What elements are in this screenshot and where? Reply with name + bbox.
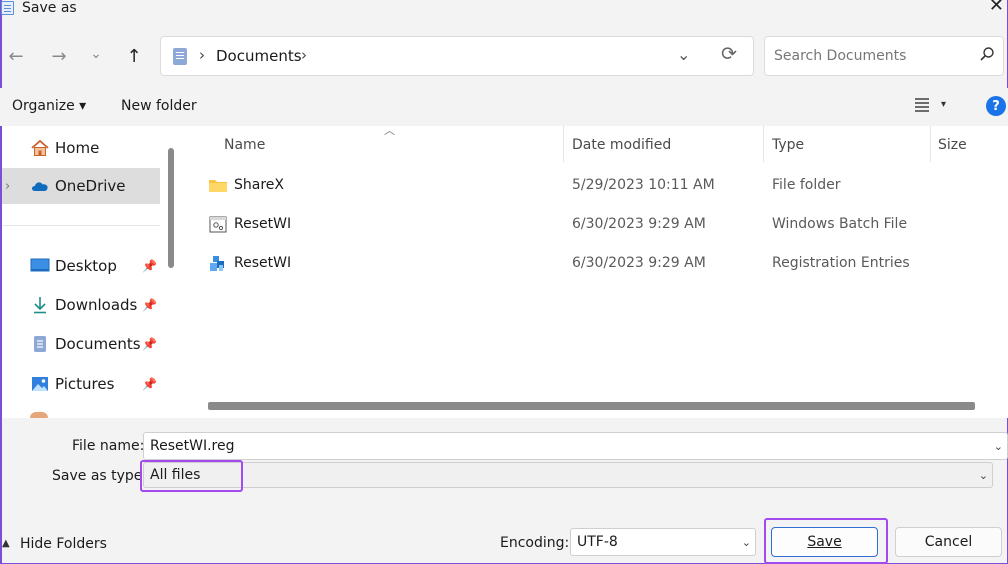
- recent-locations-icon[interactable]: ⌄: [82, 40, 110, 68]
- file-date: 6/30/2023 9:29 AM: [572, 216, 706, 232]
- horizontal-scrollbar[interactable]: [208, 402, 975, 410]
- cancel-button[interactable]: Cancel: [895, 527, 1002, 557]
- chevron-down-icon[interactable]: ⌄: [677, 45, 690, 64]
- view-dropdown-icon[interactable]: ▾: [941, 99, 946, 110]
- column-header-name[interactable]: Name: [224, 137, 265, 153]
- file-name: ResetWI: [234, 216, 292, 232]
- document-icon: [173, 48, 187, 65]
- sidebar-item-label: Documents: [55, 335, 141, 353]
- breadcrumb-chevron-icon[interactable]: ›: [301, 46, 307, 64]
- encoding-label: Encoding:: [500, 535, 570, 551]
- chevron-up-icon[interactable]: ▲: [2, 538, 10, 549]
- chevron-down-icon[interactable]: ⌄: [994, 440, 1003, 453]
- file-name-input[interactable]: ResetWI.reg ⌄: [143, 432, 1008, 460]
- breadcrumb-documents[interactable]: Documents: [216, 47, 302, 65]
- sidebar-item-onedrive[interactable]: › OneDrive: [2, 168, 160, 204]
- encoding-select[interactable]: UTF-8 ⌄: [570, 528, 756, 556]
- file-type: Registration Entries: [772, 255, 910, 271]
- registry-file-icon: [210, 256, 224, 271]
- sidebar-item-desktop[interactable]: Desktop 📌: [2, 248, 160, 284]
- search-placeholder: Search Documents: [774, 48, 907, 64]
- refresh-icon[interactable]: ⟳: [721, 43, 737, 65]
- sidebar-item-label: Pictures: [55, 375, 115, 393]
- file-date: 6/30/2023 9:29 AM: [572, 255, 706, 271]
- save-as-dialog: Save as ✕ ← → ⌄ ↑ › Documents › ⌄ ⟳ Sear…: [0, 0, 1008, 564]
- chevron-down-icon[interactable]: ⌄: [979, 469, 988, 482]
- column-header-size[interactable]: Size: [938, 137, 967, 153]
- view-options-icon[interactable]: [914, 96, 930, 112]
- batch-file-icon: [209, 216, 227, 233]
- save-as-type-label: Save as type:: [52, 468, 148, 484]
- file-name-label: File name:: [72, 438, 145, 454]
- sidebar-item-home[interactable]: Home: [2, 130, 160, 166]
- sidebar-item-label: OneDrive: [55, 177, 126, 195]
- file-type: Windows Batch File: [772, 216, 908, 232]
- pin-icon[interactable]: 📌: [142, 377, 157, 391]
- organize-button[interactable]: Organize ▾: [12, 98, 86, 114]
- file-date: 5/29/2023 10:11 AM: [572, 177, 715, 193]
- file-name: ShareX: [234, 177, 284, 193]
- breadcrumb-chevron-icon[interactable]: ›: [199, 46, 205, 64]
- file-list: ︿ Name Date modified Type Size ShareX 5/…: [186, 124, 1008, 418]
- partial-item-icon: [30, 412, 48, 418]
- highlight-box: [140, 460, 243, 492]
- search-input[interactable]: Search Documents: [764, 36, 1004, 76]
- column-header-date-modified[interactable]: Date modified: [572, 137, 671, 153]
- sidebar-item-label: Desktop: [55, 257, 117, 275]
- navigation-scrollbar[interactable]: [160, 126, 186, 418]
- table-row[interactable]: ResetWI 6/30/2023 9:29 AM Registration E…: [186, 246, 1008, 282]
- title-bar: Save as ✕: [0, 0, 1008, 20]
- sort-ascending-icon: ︿: [384, 124, 395, 137]
- sidebar-item-pictures[interactable]: Pictures 📌: [2, 366, 160, 402]
- home-icon: [31, 139, 49, 156]
- new-folder-button[interactable]: New folder: [121, 98, 197, 114]
- download-icon: [34, 297, 46, 314]
- column-header-type[interactable]: Type: [772, 137, 804, 153]
- folder-icon: [209, 180, 227, 192]
- chevron-down-icon[interactable]: ⌄: [742, 536, 751, 549]
- file-name-value: ResetWI.reg: [150, 438, 235, 454]
- file-name: ResetWI: [234, 255, 292, 271]
- sidebar-item-downloads[interactable]: Downloads 📌: [2, 287, 160, 323]
- help-icon[interactable]: ?: [986, 96, 1006, 116]
- table-row[interactable]: ResetWI 6/30/2023 9:29 AM Windows Batch …: [186, 207, 1008, 243]
- window-title: Save as: [22, 0, 77, 16]
- nav-divider: [2, 225, 160, 226]
- table-row[interactable]: ShareX 5/29/2023 10:11 AM File folder: [186, 168, 1008, 204]
- scrollbar-thumb[interactable]: [168, 148, 174, 268]
- address-bar[interactable]: › Documents › ⌄ ⟳: [160, 36, 754, 76]
- file-type: File folder: [772, 177, 841, 193]
- notepad-icon: [1, 1, 14, 15]
- search-icon[interactable]: [979, 46, 995, 62]
- save-as-type-select[interactable]: All files ⌄: [143, 462, 993, 488]
- close-icon[interactable]: ✕: [989, 0, 1004, 15]
- up-arrow-icon[interactable]: ↑: [120, 42, 148, 70]
- hide-folders-button[interactable]: Hide Folders: [20, 536, 107, 552]
- highlight-box: [764, 518, 888, 564]
- sidebar-item-label: Downloads: [55, 296, 138, 314]
- desktop-icon: [30, 258, 50, 272]
- pin-icon[interactable]: 📌: [142, 259, 157, 273]
- cloud-icon: [32, 182, 48, 191]
- document-icon: [34, 336, 46, 352]
- sidebar-item-documents[interactable]: Documents 📌: [2, 326, 160, 362]
- forward-arrow-icon[interactable]: →: [45, 42, 73, 70]
- encoding-value: UTF-8: [577, 534, 618, 550]
- expand-chevron-icon[interactable]: ›: [5, 179, 10, 194]
- pin-icon[interactable]: 📌: [142, 298, 157, 312]
- picture-icon: [32, 377, 48, 391]
- back-arrow-icon[interactable]: ←: [2, 42, 30, 70]
- pin-icon[interactable]: 📌: [142, 337, 157, 351]
- navigation-pane: Home › OneDrive Desktop 📌 Downloads 📌 Do…: [2, 126, 160, 418]
- sidebar-item-label: Home: [55, 139, 100, 157]
- command-bar: Organize ▾ New folder ▾ ?: [0, 88, 1008, 126]
